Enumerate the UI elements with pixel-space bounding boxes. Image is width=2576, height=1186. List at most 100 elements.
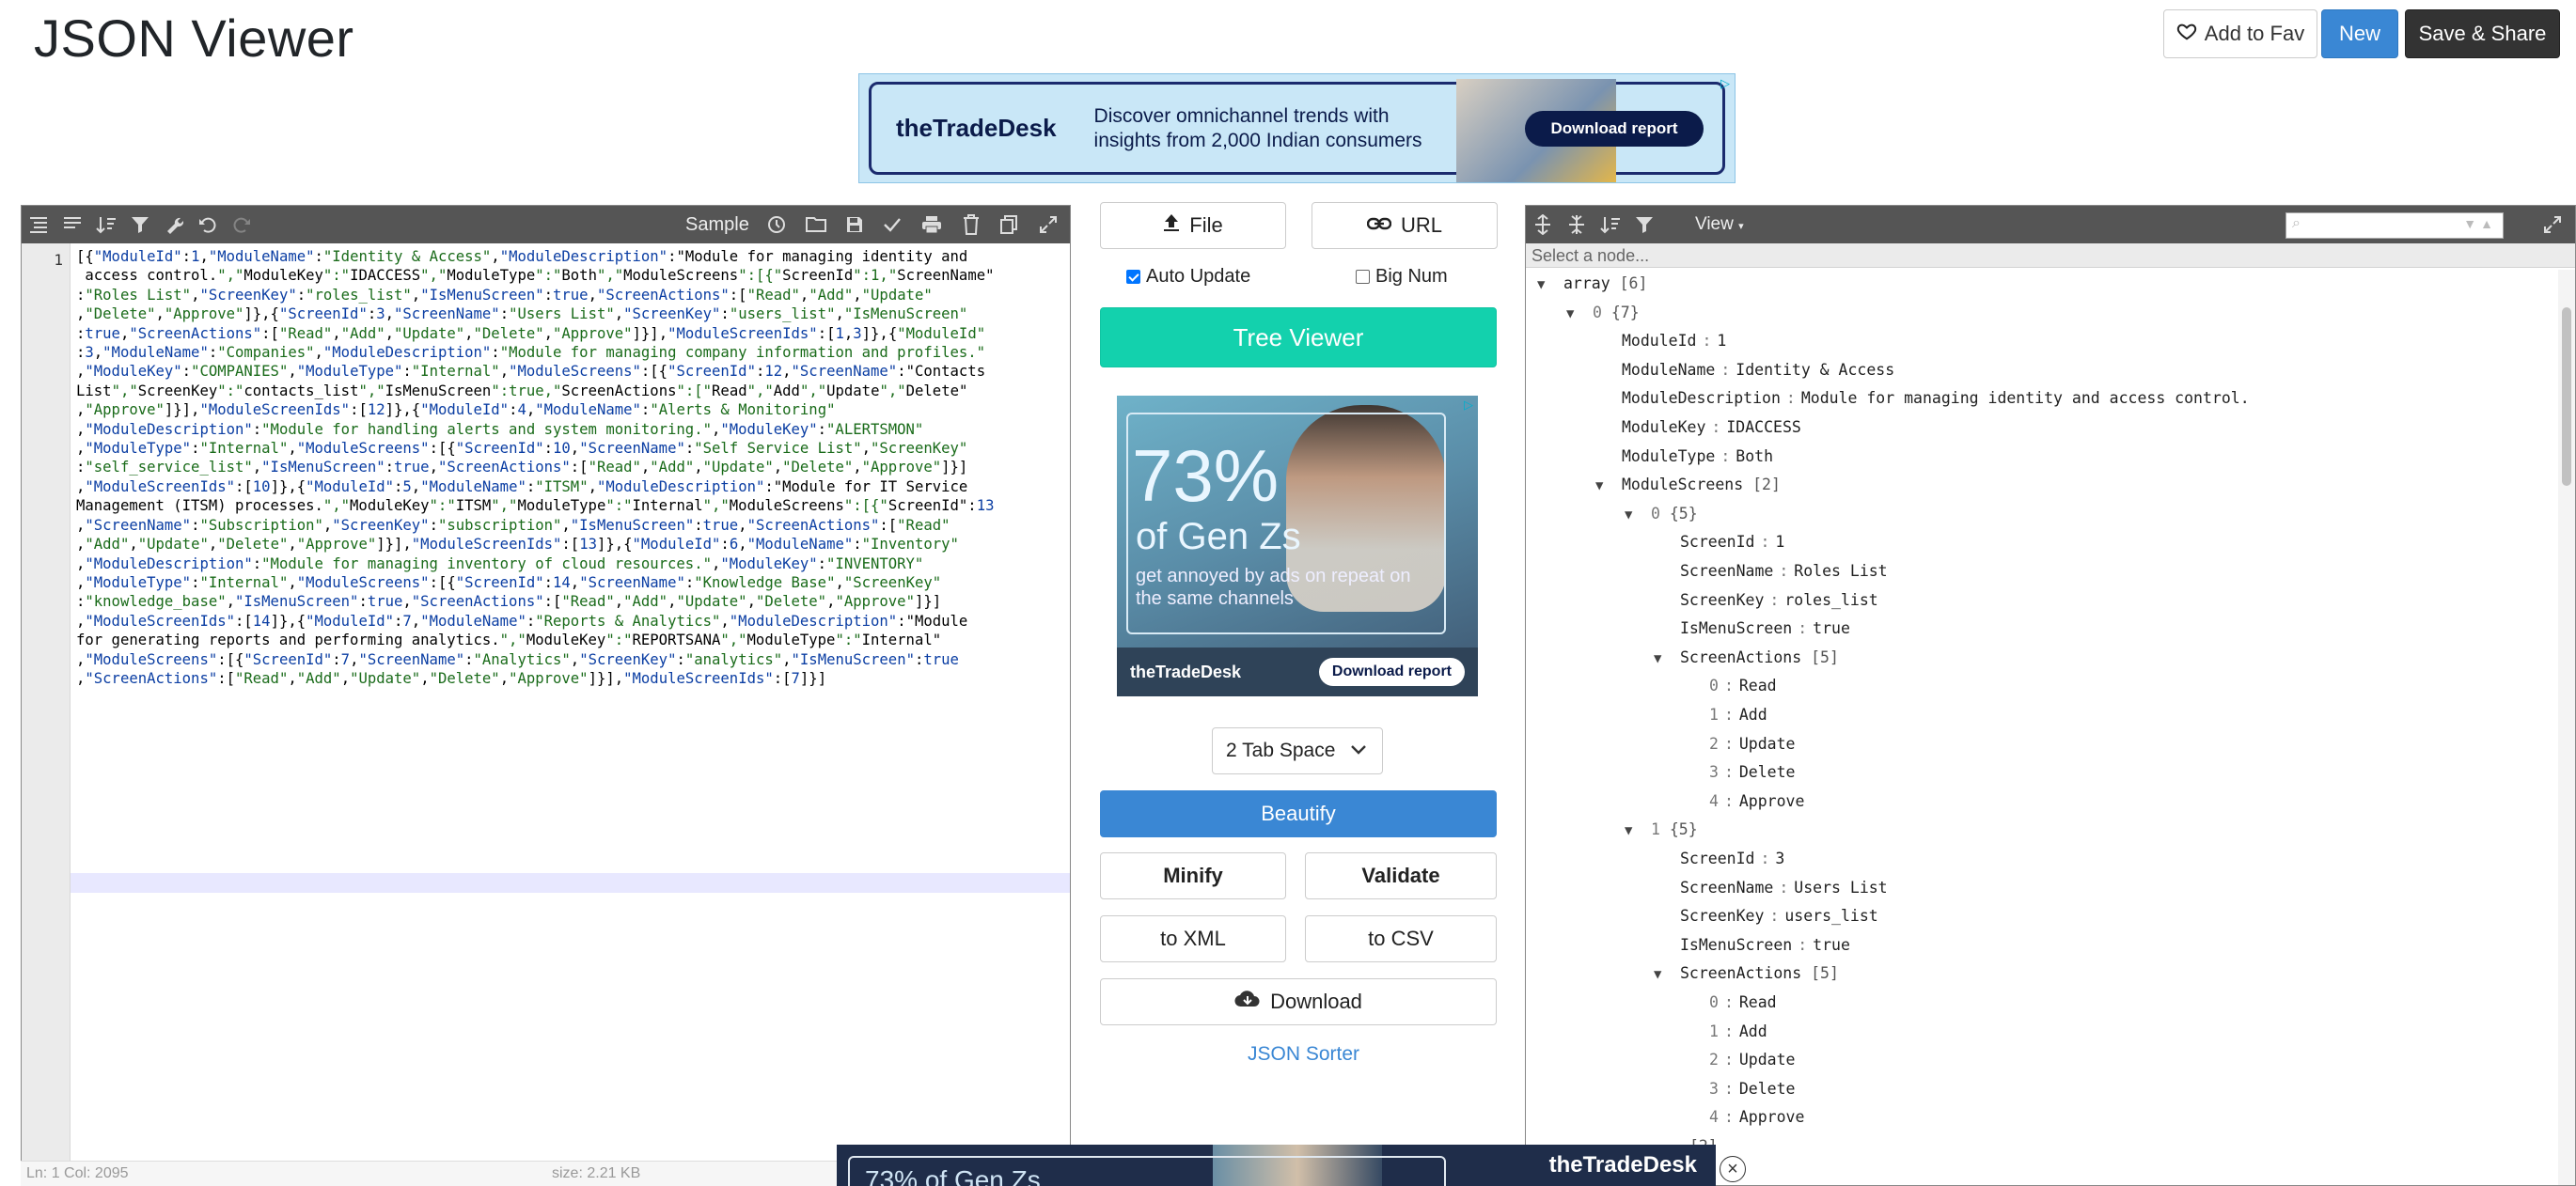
file-button[interactable]: File [1100,202,1286,249]
tree-node[interactable]: ScreenKey: users_list [1654,902,1878,930]
sample-button[interactable]: Sample [685,206,749,243]
tree-node[interactable]: ScreenName: Users List [1654,874,1888,902]
tree-node[interactable]: ▼ ScreenActions [5] [1654,960,1839,988]
minify-button[interactable]: Minify [1100,852,1286,899]
side-ad[interactable]: 73% of Gen Zs get annoyed by ads on repe… [1117,396,1478,696]
expand-toggle-icon[interactable]: ▼ [1537,271,1563,299]
tree-node[interactable]: ▼ ScreenActions [5] [1654,644,1839,672]
filter-icon[interactable] [123,206,157,243]
adchoices-icon[interactable]: ▷ [1461,398,1476,413]
tree-node-separator: : [1720,360,1731,379]
expand-icon[interactable] [2536,206,2569,243]
tree-node[interactable]: ModuleId:1 [1595,327,1726,355]
expand-icon[interactable] [1031,206,1065,243]
expand-toggle-icon[interactable]: ▼ [1566,300,1593,328]
tree-node[interactable]: ScreenKey: roles_list [1654,586,1878,615]
close-ad-icon[interactable]: × [1720,1156,1746,1182]
to-csv-button[interactable]: to CSV [1305,915,1497,962]
editor-toolbar: Sample [22,206,1070,243]
tree-node[interactable]: ScreenName: Roles List [1654,557,1888,585]
tree-node-value: Roles List [1794,562,1888,580]
sort-icon[interactable] [89,206,123,243]
tree-node[interactable]: 3: Delete [1683,1075,1795,1103]
top-ad-banner[interactable]: theTradeDesk Discover omnichannel trends… [858,73,1736,183]
folder-open-icon[interactable] [800,206,834,243]
sort-icon[interactable] [1594,206,1627,243]
tree-node[interactable]: IsMenuScreen: true [1654,931,1850,960]
copy-icon[interactable] [992,206,1026,243]
compact-icon[interactable] [55,206,89,243]
big-num-check[interactable] [1356,270,1370,284]
tree-node-key: ModuleKey [1622,418,1706,436]
ad-download-button[interactable]: Download report [1525,110,1704,147]
json-sorter-link[interactable]: JSON Sorter [1248,1043,1359,1066]
add-to-fav-button[interactable]: Add to Fav [2163,9,2317,58]
expand-toggle-icon[interactable]: ▼ [1654,645,1680,673]
ad-download-button[interactable]: Download report [1318,658,1465,686]
tree-node[interactable]: 4: Approve [1683,788,1804,816]
tree-node[interactable]: 4: Approve [1683,1103,1804,1131]
tree-node[interactable]: ScreenId:3 [1654,845,1784,873]
search-nav-arrows[interactable]: ▼▲ [2463,216,2497,231]
history-icon[interactable] [759,206,793,243]
tree-node[interactable]: ModuleName: Identity & Access [1595,356,1894,384]
tree-viewer-button[interactable]: Tree Viewer [1100,307,1497,367]
collapse-all-icon[interactable] [1560,206,1594,243]
tree-node[interactable]: ModuleType: Both [1595,443,1773,471]
tree-node-separator: : [1769,590,1780,609]
beautify-button[interactable]: Beautify [1100,790,1497,837]
tree-node[interactable]: ModuleKey: IDACCESS [1595,414,1801,442]
check-icon[interactable] [875,206,909,243]
url-button[interactable]: URL [1312,202,1498,249]
save-share-button[interactable]: Save & Share [2405,9,2560,58]
tree-node-value: [5] [1811,648,1839,666]
undo-icon[interactable] [191,206,225,243]
expand-toggle-icon[interactable]: ▼ [1595,472,1622,500]
print-icon[interactable] [915,206,949,243]
save-icon[interactable] [838,206,872,243]
tree-node[interactable]: 0: Read [1683,672,1777,700]
tree-node[interactable]: 2: Update [1683,1046,1795,1074]
code-line: ,"ModuleScreenIds":[10]},{"ModuleId":5,"… [76,477,968,495]
tree-node[interactable]: ▼ 0 {7} [1566,299,1640,327]
to-xml-button[interactable]: to XML [1100,915,1286,962]
expand-toggle-icon[interactable]: ▼ [1625,501,1651,529]
tree-scrollbar[interactable] [2558,270,2575,1185]
validate-button[interactable]: Validate [1305,852,1497,899]
wrench-icon[interactable] [157,206,191,243]
redo-icon [225,206,259,243]
tree-node[interactable]: ScreenId:1 [1654,528,1784,556]
filter-icon[interactable] [1627,206,1661,243]
code-area[interactable]: [{"ModuleId":1,"ModuleName":"Identity & … [76,247,1065,688]
expand-toggle-icon[interactable]: ▼ [1654,960,1680,989]
tree-node[interactable]: 1: Add [1683,1018,1767,1046]
trash-icon[interactable] [954,206,988,243]
tree-node[interactable]: ▼ 1 {5} [1625,816,1698,844]
tab-space-select[interactable]: 2 Tab Space [1212,727,1383,774]
download-button[interactable]: Download [1100,978,1497,1025]
tree-node-key: ModuleDescription [1622,389,1781,408]
tree-node[interactable]: 2: Update [1683,730,1795,758]
tree-node-key: 2 [1709,734,1719,753]
tree-node[interactable]: ModuleDescription: Module for managing id… [1595,384,2250,413]
tree-node[interactable]: 0: Read [1683,989,1777,1017]
adchoices-icon[interactable]: ▷ [1718,76,1733,91]
auto-update-check[interactable] [1126,270,1140,284]
new-button[interactable]: New [2321,9,2398,58]
tree-node[interactable]: ▼ ModuleScreens [2] [1595,471,1781,499]
code-line: for generating reports and performing an… [76,632,942,649]
format-icon[interactable] [22,206,55,243]
expand-toggle-icon[interactable]: ▼ [1625,817,1651,845]
auto-update-checkbox[interactable]: Auto Update [1126,266,1250,288]
tree-node[interactable]: ▼ 0 {5} [1625,500,1698,528]
tree-node[interactable]: 1: Add [1683,701,1767,729]
tree-search-input[interactable]: ⌕ ▼▲ [2285,212,2504,239]
big-num-checkbox[interactable]: Big Num [1356,266,1448,288]
scroll-thumb[interactable] [2562,307,2571,486]
expand-all-icon[interactable] [1526,206,1560,243]
view-menu[interactable]: View ▾ [1695,206,1744,243]
tree-node[interactable]: 3: Delete [1683,758,1795,787]
tree-node[interactable]: ▼ array [6] [1537,270,1647,298]
tree-node[interactable]: IsMenuScreen: true [1654,615,1850,643]
bottom-ad-banner[interactable]: 73% of Gen Zs theTradeDesk [837,1145,1716,1186]
